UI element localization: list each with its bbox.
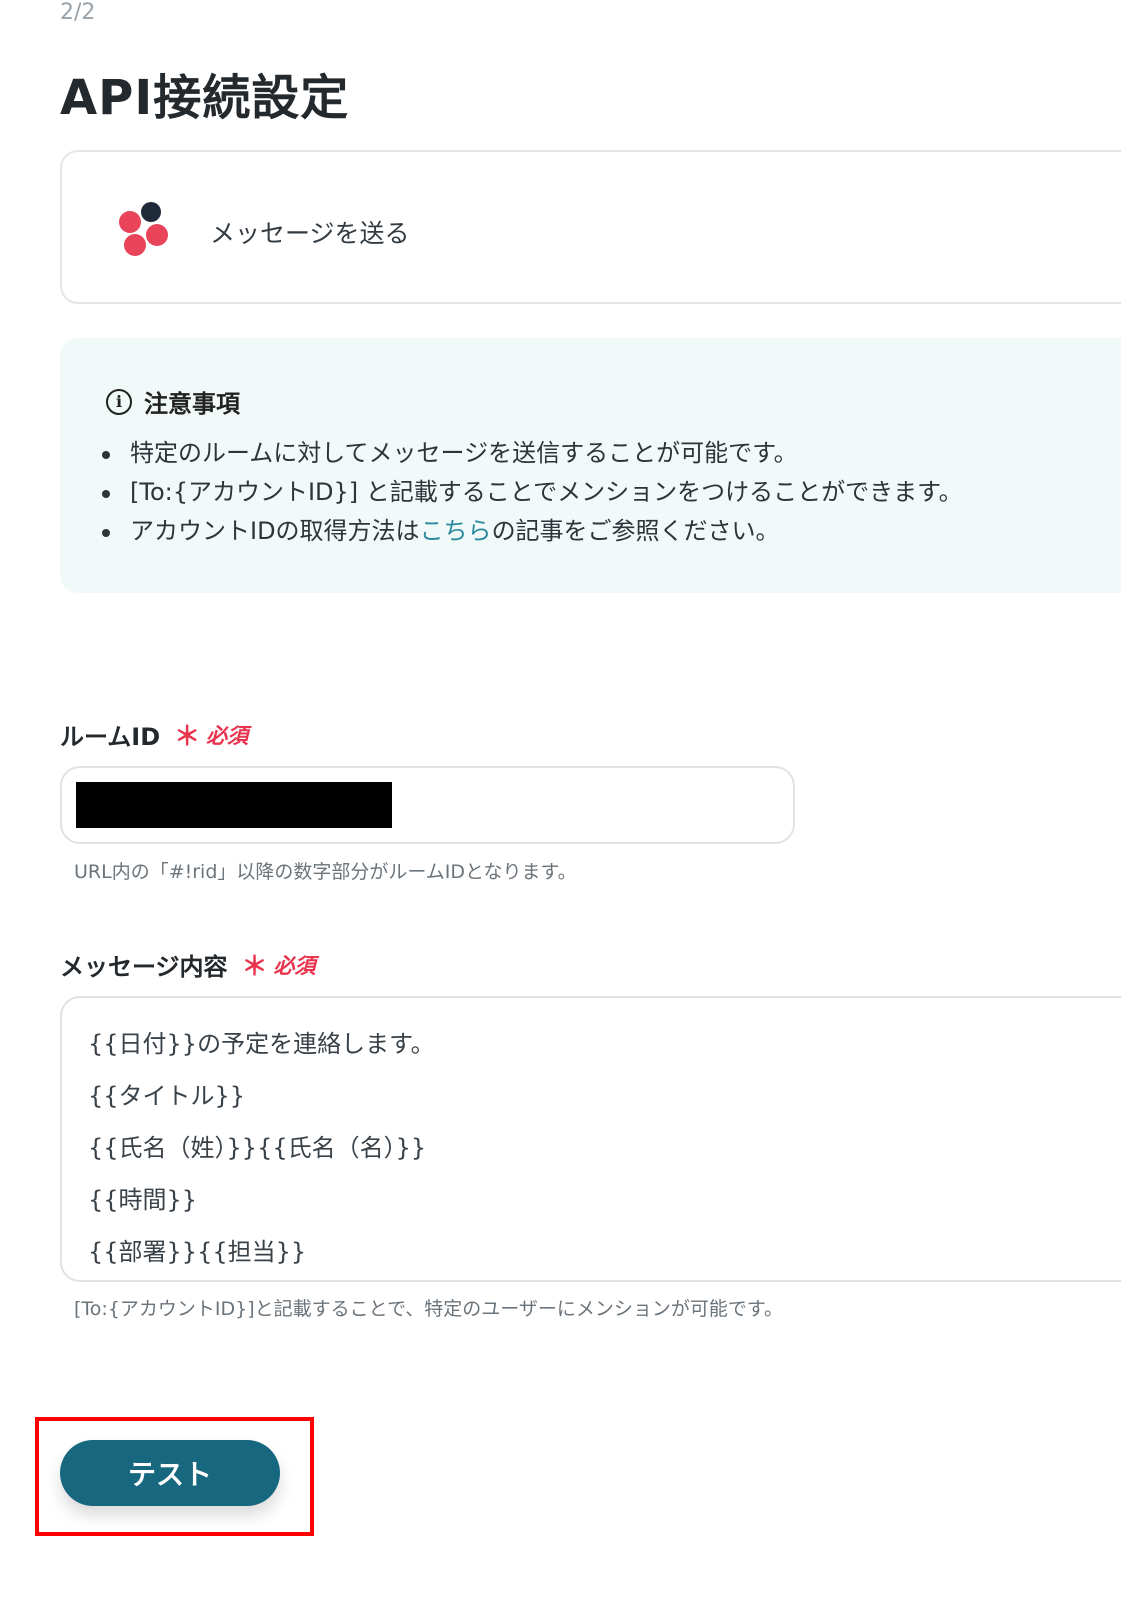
notice-title: 注意事項 [144, 390, 240, 418]
notice-item: [To:{アカウントID}] と記載することでメンションをつけることができます。 [96, 473, 963, 512]
app-action-label: メッセージを送る [210, 219, 410, 248]
notice-item-text: アカウントIDの取得方法は [130, 517, 420, 545]
message-line: {{時間}} [88, 1186, 198, 1214]
article-link[interactable]: こちら [420, 517, 492, 545]
room-id-label: ルームID ＊ 必須 [60, 716, 248, 753]
required-star-icon: ＊ [241, 952, 268, 982]
message-line: {{氏名（姓）}}{{氏名（名）}} [88, 1134, 427, 1162]
page-title: API接続設定 [60, 70, 350, 126]
step-indicator: 2/2 [60, 0, 96, 25]
notice-list: 特定のルームに対してメッセージを送信することが可能です。 [To:{アカウントI… [96, 434, 963, 551]
room-id-hint: URL内の「#!rid」以降の数字部分がルームIDとなります。 [74, 861, 577, 883]
message-content: {{日付}}の予定を連絡します。 {{タイトル}} {{氏名（姓）}}{{氏名（… [88, 1018, 435, 1278]
notice-header: i 注意事項 [106, 384, 240, 419]
message-hint: [To:{アカウントID}]と記載することで、特定のユーザーにメンションが可能で… [74, 1298, 784, 1320]
notice-box: i 注意事項 特定のルームに対してメッセージを送信することが可能です。 [To:… [60, 338, 1121, 593]
notice-item: アカウントIDの取得方法はこちらの記事をご参照ください。 [96, 512, 963, 551]
app-action-card: メッセージを送る [60, 150, 1121, 304]
chatwork-logo-icon [119, 202, 168, 256]
redacted-value [76, 782, 392, 828]
message-label: メッセージ内容 ＊ 必須 [60, 946, 316, 983]
notice-item: 特定のルームに対してメッセージを送信することが可能です。 [96, 434, 963, 473]
message-textarea[interactable]: {{日付}}の予定を連絡します。 {{タイトル}} {{氏名（姓）}}{{氏名（… [60, 996, 1121, 1282]
required-badge: 必須 [273, 953, 316, 978]
test-button[interactable]: テスト [60, 1440, 280, 1506]
required-star-icon: ＊ [174, 722, 201, 752]
notice-item-text: の記事をご参照ください。 [491, 517, 780, 545]
message-line: {{部署}}{{担当}} [88, 1238, 307, 1266]
message-label-text: メッセージ内容 [60, 953, 228, 981]
message-line: {{タイトル}} [88, 1082, 246, 1110]
required-badge: 必須 [206, 723, 249, 748]
room-id-label-text: ルームID [60, 723, 161, 751]
info-icon: i [106, 388, 132, 415]
room-id-input[interactable] [60, 766, 795, 844]
message-line: {{日付}}の予定を連絡します。 [88, 1030, 435, 1058]
